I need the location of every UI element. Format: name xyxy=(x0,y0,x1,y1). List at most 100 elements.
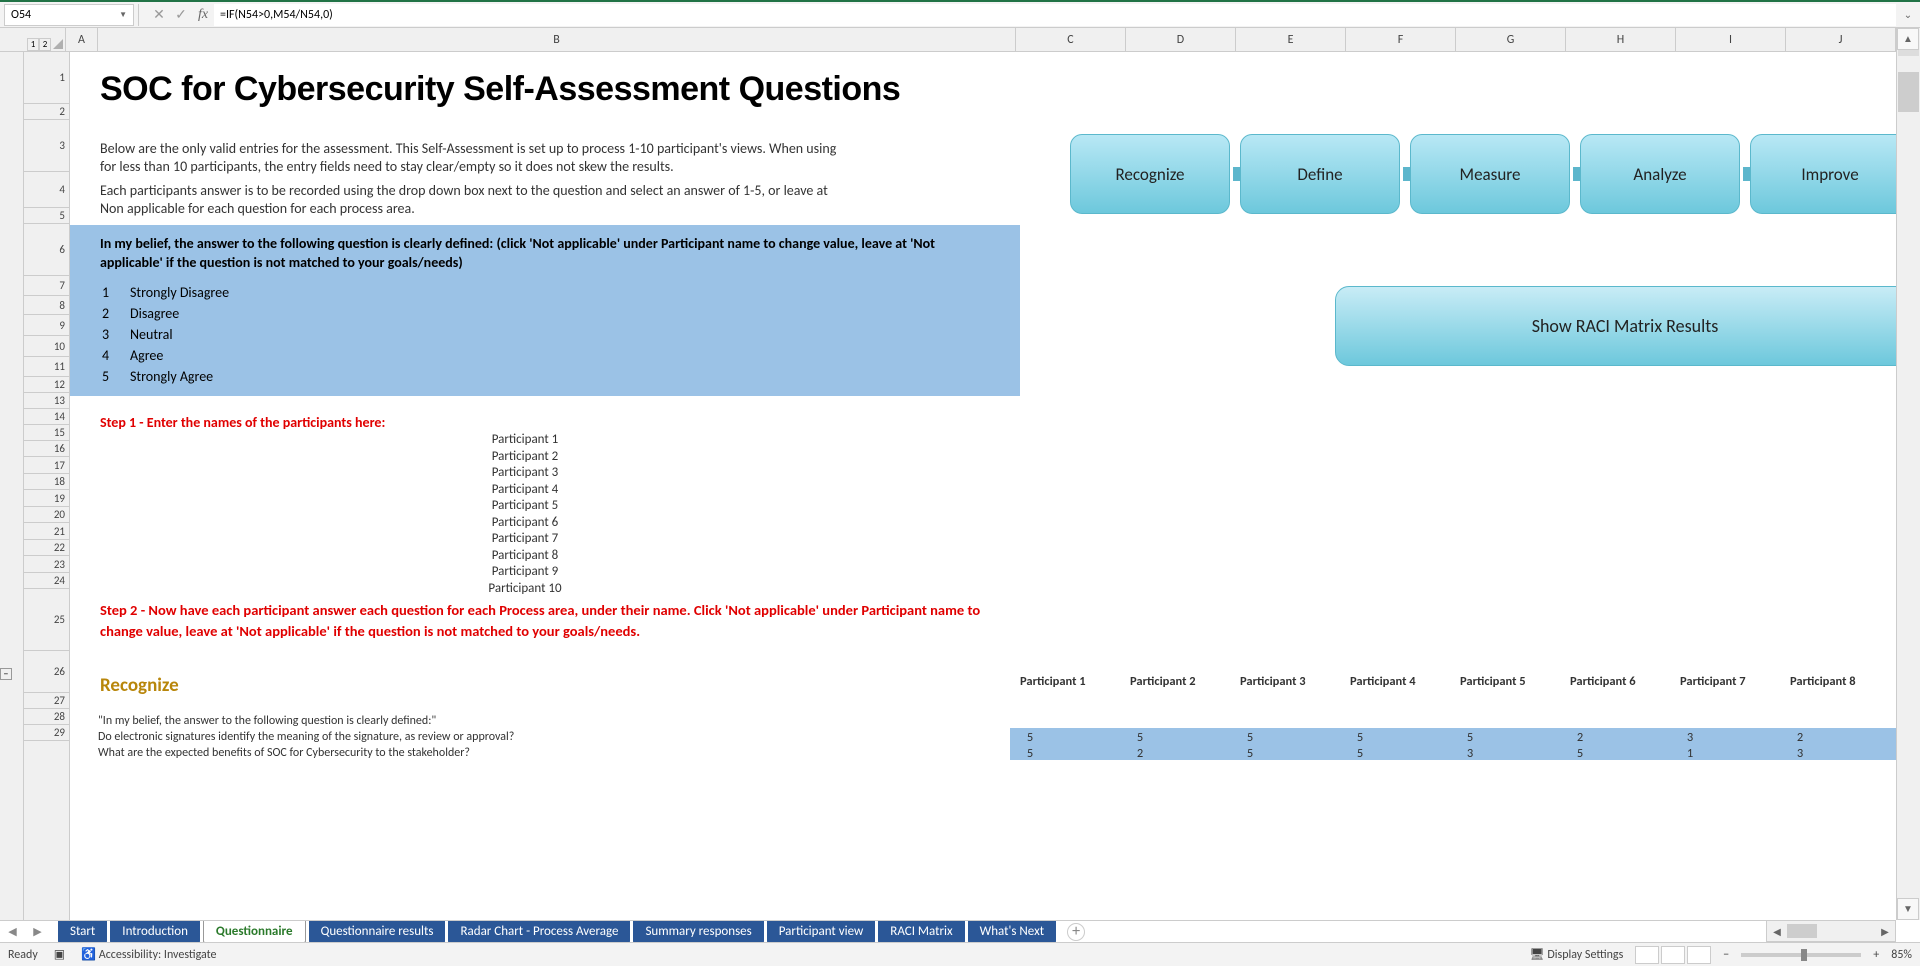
sheet-tab-questionnaire-results[interactable]: Questionnaire results xyxy=(309,921,446,943)
answer-value[interactable]: 5 xyxy=(1240,730,1260,745)
display-settings[interactable]: 🖥 Display Settings xyxy=(1529,947,1623,962)
scroll-up-icon[interactable]: ▲ xyxy=(1897,28,1919,50)
column-header-F[interactable]: F xyxy=(1346,28,1456,51)
horizontal-scrollbar[interactable]: ◀ ▶ xyxy=(1766,920,1896,942)
tab-navigation[interactable]: ◀ ▶ xyxy=(0,925,50,938)
scrollbar-thumb[interactable] xyxy=(1898,72,1919,112)
outline-level-1[interactable]: 1 xyxy=(27,38,39,51)
answer-value[interactable]: 5 xyxy=(1350,746,1370,761)
answer-value[interactable]: 5 xyxy=(1130,730,1150,745)
formula-expand-icon[interactable]: ⌄ xyxy=(1896,8,1920,21)
column-header-A[interactable]: A xyxy=(66,28,98,51)
zoom-out-icon[interactable]: − xyxy=(1723,948,1729,962)
answer-value[interactable]: 2 xyxy=(1130,746,1150,761)
row-header-4[interactable]: 4 xyxy=(24,172,69,208)
answer-value[interactable]: 3 xyxy=(1680,730,1700,745)
shape-recognize[interactable]: Recognize xyxy=(1070,134,1230,214)
scroll-left-icon[interactable]: ◀ xyxy=(1767,925,1787,938)
sheet-tab-introduction[interactable]: Introduction xyxy=(110,921,200,943)
column-header-I[interactable]: I xyxy=(1676,28,1786,51)
column-header-C[interactable]: C xyxy=(1016,28,1126,51)
shape-define[interactable]: Define xyxy=(1240,134,1400,214)
participant-name[interactable]: Participant 7 xyxy=(470,531,580,548)
participant-name[interactable]: Participant 8 xyxy=(470,548,580,565)
sheet-tab-start[interactable]: Start xyxy=(58,921,107,943)
row-header-16[interactable]: 16 xyxy=(24,441,69,457)
sheet-tab-summary-responses[interactable]: Summary responses xyxy=(633,921,763,943)
participant-name[interactable]: Participant 3 xyxy=(470,465,580,482)
participant-name[interactable]: Participant 5 xyxy=(470,498,580,515)
row-header-1[interactable]: 1 xyxy=(24,52,69,104)
row-header-24[interactable]: 24 xyxy=(24,573,69,589)
add-sheet-icon[interactable]: + xyxy=(1067,923,1085,941)
answer-value[interactable]: 2 xyxy=(1790,730,1810,745)
sheet-tab-questionnaire[interactable]: Questionnaire xyxy=(203,921,306,943)
sheet-tab-participant-view[interactable]: Participant view xyxy=(767,921,876,943)
row-header-29[interactable]: 29 xyxy=(24,725,69,741)
row-header-2[interactable]: 2 xyxy=(24,104,69,120)
zoom-level[interactable]: 85% xyxy=(1891,948,1912,962)
row-header-11[interactable]: 11 xyxy=(24,357,69,377)
outline-level-2[interactable]: 2 xyxy=(39,38,51,51)
sheet-tab-raci-matrix[interactable]: RACI Matrix xyxy=(878,921,964,943)
formula-input[interactable]: =IF(N54>0,M54/N54,0) xyxy=(214,4,1896,26)
column-header-G[interactable]: G xyxy=(1456,28,1566,51)
name-box-dropdown-icon[interactable]: ▼ xyxy=(119,10,127,20)
row-header-21[interactable]: 21 xyxy=(24,523,69,540)
vertical-scrollbar[interactable]: ▲ ▼ xyxy=(1896,28,1920,920)
column-header-D[interactable]: D xyxy=(1126,28,1236,51)
row-header-15[interactable]: 15 xyxy=(24,425,69,441)
participant-name[interactable]: Participant 6 xyxy=(470,515,580,532)
zoom-in-icon[interactable]: + xyxy=(1873,948,1879,962)
column-header-H[interactable]: H xyxy=(1566,28,1676,51)
row-header-26[interactable]: 26 xyxy=(24,651,69,693)
row-header-9[interactable]: 9 xyxy=(24,315,69,336)
scroll-down-icon[interactable]: ▼ xyxy=(1897,898,1919,920)
participant-name[interactable]: Participant 2 xyxy=(470,449,580,466)
fx-icon[interactable]: fx xyxy=(192,7,214,23)
shape-analyze[interactable]: Analyze xyxy=(1580,134,1740,214)
show-raci-button[interactable]: Show RACI Matrix Results xyxy=(1335,286,1896,366)
enter-icon[interactable]: ✓ xyxy=(170,6,192,23)
shape-measure[interactable]: Measure xyxy=(1410,134,1570,214)
outline-collapse-icon[interactable]: − xyxy=(0,668,12,680)
answer-value[interactable]: 3 xyxy=(1790,746,1810,761)
answer-value[interactable]: 5 xyxy=(1570,746,1590,761)
row-header-3[interactable]: 3 xyxy=(24,120,69,172)
row-header-13[interactable]: 13 xyxy=(24,393,69,409)
answer-value[interactable]: 5 xyxy=(1020,746,1040,761)
tab-nav-prev-icon[interactable]: ◀ xyxy=(8,925,16,938)
select-all-corner[interactable]: 1 2 xyxy=(0,28,66,51)
column-header-E[interactable]: E xyxy=(1236,28,1346,51)
row-header-6[interactable]: 6 xyxy=(24,224,69,276)
column-header-B[interactable]: B xyxy=(98,28,1016,51)
row-header-19[interactable]: 19 xyxy=(24,490,69,507)
row-header-7[interactable]: 7 xyxy=(24,276,69,296)
shape-improve[interactable]: Improve xyxy=(1750,134,1896,214)
answer-value[interactable]: 5 xyxy=(1240,746,1260,761)
zoom-slider[interactable] xyxy=(1741,953,1861,957)
scrollbar-thumb[interactable] xyxy=(1787,924,1817,938)
row-header-17[interactable]: 17 xyxy=(24,457,69,474)
cancel-icon[interactable]: ✕ xyxy=(148,6,170,23)
answer-value[interactable]: 5 xyxy=(1460,730,1480,745)
row-header-18[interactable]: 18 xyxy=(24,474,69,490)
row-header-25[interactable]: 25 xyxy=(24,589,69,651)
name-box[interactable]: O54 ▼ xyxy=(4,4,134,26)
accessibility-status[interactable]: ♿ Accessibility: Investigate xyxy=(81,947,216,962)
participant-name[interactable]: Participant 1 xyxy=(470,432,580,449)
participant-name[interactable]: Participant 4 xyxy=(470,482,580,499)
row-header-10[interactable]: 10 xyxy=(24,336,69,357)
answer-value[interactable]: 5 xyxy=(1020,730,1040,745)
page-layout-view-icon[interactable] xyxy=(1661,946,1685,964)
sheet-tab-what's-next[interactable]: What's Next xyxy=(968,921,1056,943)
sheet-tab-radar-chart---process-average[interactable]: Radar Chart - Process Average xyxy=(448,921,630,943)
page-break-view-icon[interactable] xyxy=(1687,946,1711,964)
row-header-23[interactable]: 23 xyxy=(24,556,69,573)
tab-nav-next-icon[interactable]: ▶ xyxy=(33,925,41,938)
row-header-14[interactable]: 14 xyxy=(24,409,69,425)
participant-name[interactable]: Participant 10 xyxy=(470,581,580,598)
answer-value[interactable]: 3 xyxy=(1460,746,1480,761)
scroll-right-icon[interactable]: ▶ xyxy=(1875,925,1895,938)
row-header-27[interactable]: 27 xyxy=(24,693,69,709)
